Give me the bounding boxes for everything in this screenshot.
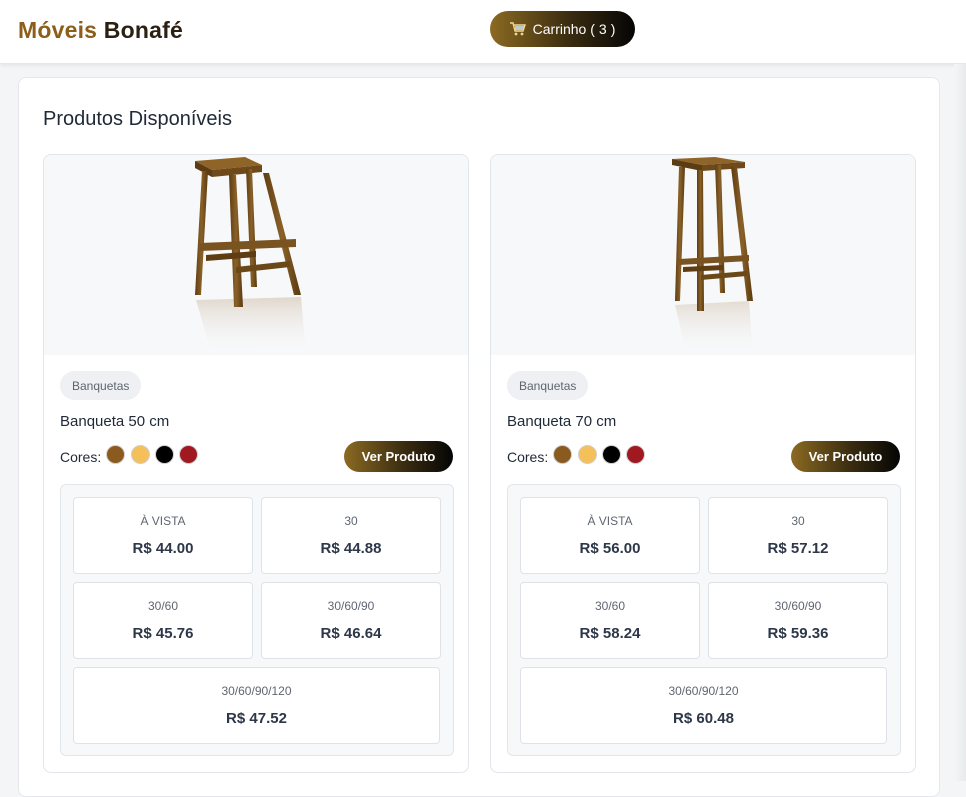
color-swatch-red[interactable] bbox=[179, 445, 198, 464]
brand-name-second: Bonafé bbox=[103, 17, 183, 43]
price-options: À VISTA R$ 44.00 30 R$ 44.88 30/60 R$ 45… bbox=[60, 484, 454, 756]
price-option[interactable]: 30/60 R$ 45.76 bbox=[73, 582, 253, 659]
color-swatch-black[interactable] bbox=[155, 445, 174, 464]
price-option-value: R$ 44.00 bbox=[132, 540, 194, 557]
category-badge: Banquetas bbox=[60, 371, 142, 400]
view-product-button[interactable]: Ver Produto bbox=[791, 441, 900, 472]
price-option-label: 30 bbox=[344, 514, 358, 528]
price-option-label: 30/60 bbox=[594, 599, 626, 613]
price-option-label: 30/60/90 bbox=[774, 599, 822, 613]
product-card: Banquetas Banqueta 70 cm Cores: Ver Prod… bbox=[490, 154, 916, 773]
products-section: Produtos Disponíveis Banquetas Banqueta … bbox=[18, 77, 940, 797]
page-edge-shadow bbox=[954, 64, 966, 781]
price-option-value: R$ 60.48 bbox=[673, 710, 734, 727]
price-option-label: À VISTA bbox=[587, 514, 633, 528]
category-badge: Banquetas bbox=[507, 371, 589, 400]
price-option-value: R$ 45.76 bbox=[132, 625, 194, 642]
price-option-value: R$ 57.12 bbox=[767, 540, 829, 557]
product-name: Banqueta 50 cm bbox=[60, 413, 170, 430]
price-option-label: 30/60 bbox=[147, 599, 179, 613]
colors-label: Cores: bbox=[60, 449, 102, 465]
cart-button[interactable]: Carrinho ( 3 ) bbox=[490, 11, 635, 47]
price-option[interactable]: 30/60/90 R$ 46.64 bbox=[261, 582, 441, 659]
product-card: Banquetas Banqueta 50 cm Cores: Ver Prod… bbox=[43, 154, 469, 773]
brand-name-first: Móveis bbox=[18, 17, 98, 43]
price-option-value: R$ 56.00 bbox=[579, 540, 641, 557]
product-image[interactable] bbox=[44, 155, 468, 355]
price-option-label: 30/60/90 bbox=[327, 599, 375, 613]
color-swatch-brown[interactable] bbox=[553, 445, 572, 464]
price-option-value: R$ 47.52 bbox=[226, 710, 287, 727]
stool-70cm-image bbox=[672, 157, 753, 355]
brand-logo[interactable]: Móveis Bonafé bbox=[18, 17, 183, 44]
price-option-value: R$ 46.64 bbox=[320, 625, 382, 642]
price-option[interactable]: À VISTA R$ 56.00 bbox=[520, 497, 700, 574]
color-swatch-brown[interactable] bbox=[106, 445, 125, 464]
color-swatch-yellow[interactable] bbox=[578, 445, 597, 464]
stool-50cm-image bbox=[195, 157, 306, 355]
top-navbar: Móveis Bonafé Carrinho ( 3 ) bbox=[0, 0, 966, 64]
price-option-value: R$ 44.88 bbox=[320, 540, 382, 557]
product-image[interactable] bbox=[491, 155, 915, 355]
cart-count: 3 bbox=[598, 21, 607, 37]
price-option-label: 30/60/90/120 bbox=[221, 684, 292, 698]
price-options: À VISTA R$ 56.00 30 R$ 57.12 30/60 R$ 58… bbox=[507, 484, 901, 756]
section-title: Produtos Disponíveis bbox=[43, 108, 232, 130]
price-option[interactable]: 30 R$ 44.88 bbox=[261, 497, 441, 574]
price-option[interactable]: 30/60/90 R$ 59.36 bbox=[708, 582, 888, 659]
price-option-value: R$ 59.36 bbox=[767, 625, 829, 642]
price-option[interactable]: 30/60/90/120 R$ 60.48 bbox=[520, 667, 887, 744]
cart-label: Carrinho ( bbox=[532, 21, 595, 37]
price-option-label: 30/60/90/120 bbox=[668, 684, 739, 698]
product-name: Banqueta 70 cm bbox=[507, 413, 617, 430]
color-swatch-yellow[interactable] bbox=[131, 445, 150, 464]
price-option[interactable]: 30 R$ 57.12 bbox=[708, 497, 888, 574]
color-swatch-black[interactable] bbox=[602, 445, 621, 464]
cart-icon bbox=[509, 22, 526, 36]
color-swatch-red[interactable] bbox=[626, 445, 645, 464]
colors-label: Cores: bbox=[507, 449, 549, 465]
price-option[interactable]: 30/60 R$ 58.24 bbox=[520, 582, 700, 659]
view-product-button[interactable]: Ver Produto bbox=[344, 441, 453, 472]
price-option-label: À VISTA bbox=[140, 514, 186, 528]
price-option-value: R$ 58.24 bbox=[579, 625, 641, 642]
price-option[interactable]: À VISTA R$ 44.00 bbox=[73, 497, 253, 574]
price-option[interactable]: 30/60/90/120 R$ 47.52 bbox=[73, 667, 440, 744]
price-option-label: 30 bbox=[791, 514, 805, 528]
cart-label-close: ) bbox=[610, 21, 616, 37]
